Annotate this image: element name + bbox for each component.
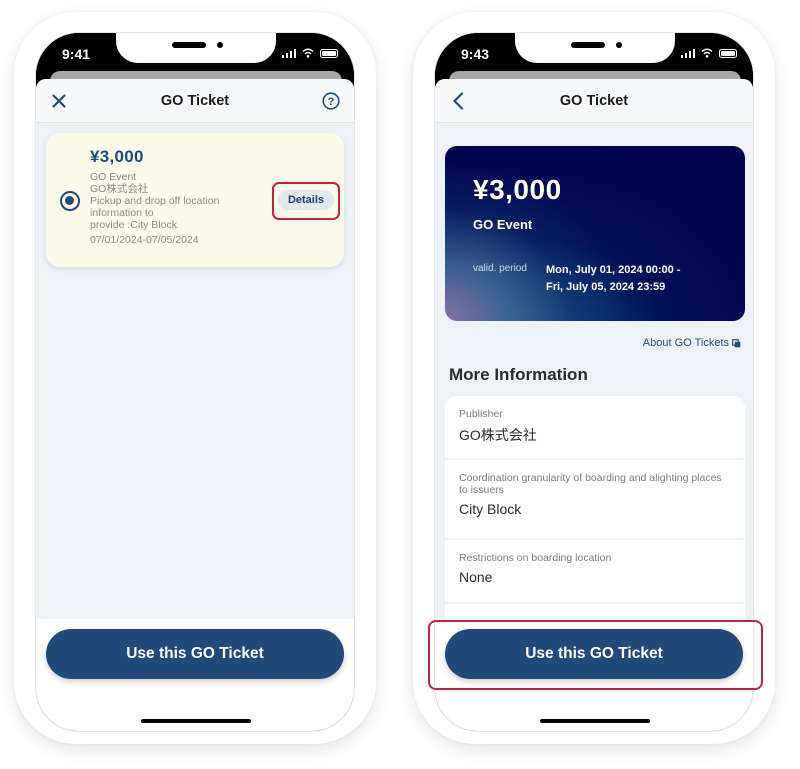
ticket-dates: 07/01/2024-07/05/2024 <box>90 234 199 246</box>
footer: Use this GO Ticket <box>435 619 753 731</box>
info-label: Coordination granularity of boarding and… <box>459 472 722 496</box>
phone-frame-ticket-list: 9:41 GO Ticket ? ¥3,000 GO Event GO株式会社 … <box>14 12 376 744</box>
back-button[interactable] <box>447 90 469 112</box>
details-scroll-area[interactable]: ¥3,000 GO Event valid. period Mon, July … <box>435 124 753 644</box>
info-value: None <box>459 569 493 585</box>
use-ticket-button[interactable]: Use this GO Ticket <box>445 629 743 679</box>
ticket-pickup-info-1: Pickup and drop off location <box>90 195 220 207</box>
speaker <box>172 42 206 48</box>
info-label: Publisher <box>459 408 503 420</box>
info-label: Restrictions on boarding location <box>459 552 612 564</box>
about-go-tickets-link[interactable]: About GO Tickets <box>643 337 741 349</box>
use-ticket-button[interactable]: Use this GO Ticket <box>46 629 344 679</box>
signal-icon <box>281 48 296 58</box>
page-title: GO Ticket <box>160 92 230 109</box>
close-button[interactable] <box>48 90 70 112</box>
info-value: GO株式会社 <box>459 427 537 443</box>
camera <box>616 42 622 48</box>
battery-icon <box>320 48 338 58</box>
ticket-info: ¥3,000 GO Event GO株式会社 Pickup and drop o… <box>90 147 260 246</box>
phone-screen: 9:43 GO Ticket ¥3,000 GO Event valid. pe… <box>434 32 754 732</box>
hero-price: ¥3,000 <box>473 174 562 205</box>
notch <box>515 33 675 63</box>
home-indicator <box>540 719 650 723</box>
ticket-publisher: GO株式会社 <box>90 183 149 195</box>
help-icon: ? <box>322 92 340 110</box>
more-information-heading: More Information <box>449 365 588 384</box>
ticket-event: GO Event <box>90 171 137 183</box>
phone-screen: 9:41 GO Ticket ? ¥3,000 GO Event GO株式会社 … <box>35 32 355 732</box>
ticket-option-card[interactable]: ¥3,000 GO Event GO株式会社 Pickup and drop o… <box>46 133 344 267</box>
ticket-radio-selected[interactable] <box>60 191 80 211</box>
back-chevron-icon <box>453 92 464 110</box>
home-indicator <box>141 719 251 723</box>
info-row-boarding-restrictions: Restrictions on boarding location None <box>445 540 745 604</box>
speaker <box>571 42 605 48</box>
status-time: 9:41 <box>62 46 91 62</box>
status-icons <box>281 48 338 58</box>
info-row-coordination-granularity: Coordination granularity of boarding and… <box>445 460 745 540</box>
notch <box>116 33 276 63</box>
valid-to: Fri, July 05, 2024 23:59 <box>546 281 666 293</box>
signal-icon <box>680 48 695 58</box>
ticket-pickup-info-2: information to <box>90 207 154 219</box>
valid-period-value: Mon, July 01, 2024 00:00 - Fri, July 05,… <box>546 262 681 296</box>
close-icon <box>52 94 66 108</box>
status-icons <box>680 48 737 58</box>
footer: Use this GO Ticket <box>36 619 354 731</box>
info-list: Publisher GO株式会社 Coordination granularit… <box>445 396 745 644</box>
external-link-icon <box>732 338 741 347</box>
help-button[interactable]: ? <box>320 90 342 112</box>
wifi-icon <box>701 48 713 58</box>
status-time: 9:43 <box>461 46 490 62</box>
ticket-hero-card: ¥3,000 GO Event valid. period Mon, July … <box>445 146 745 321</box>
valid-period-label: valid. period <box>473 263 527 274</box>
page-title: GO Ticket <box>559 92 629 109</box>
wifi-icon <box>302 48 314 58</box>
ticket-select-sheet: GO Ticket ? ¥3,000 GO Event GO株式会社 Picku… <box>36 79 354 731</box>
battery-icon <box>719 48 737 58</box>
ticket-price: ¥3,000 <box>90 147 144 166</box>
svg-text:?: ? <box>328 96 335 108</box>
nav-bar: GO Ticket ? <box>36 79 354 123</box>
nav-bar: GO Ticket <box>435 79 753 123</box>
about-link-label: About GO Tickets <box>642 337 729 349</box>
info-value: City Block <box>459 501 522 517</box>
info-row-publisher: Publisher GO株式会社 <box>445 396 745 460</box>
camera <box>217 42 223 48</box>
ticket-pickup-info-3: provide :City Block <box>90 219 177 231</box>
details-button[interactable]: Details <box>278 190 334 210</box>
hero-event: GO Event <box>473 217 533 232</box>
valid-from: Mon, July 01, 2024 00:00 - <box>546 264 681 276</box>
ticket-details-sheet: GO Ticket ¥3,000 GO Event valid. period … <box>435 79 753 731</box>
phone-frame-ticket-details: 9:43 GO Ticket ¥3,000 GO Event valid. pe… <box>413 12 775 744</box>
